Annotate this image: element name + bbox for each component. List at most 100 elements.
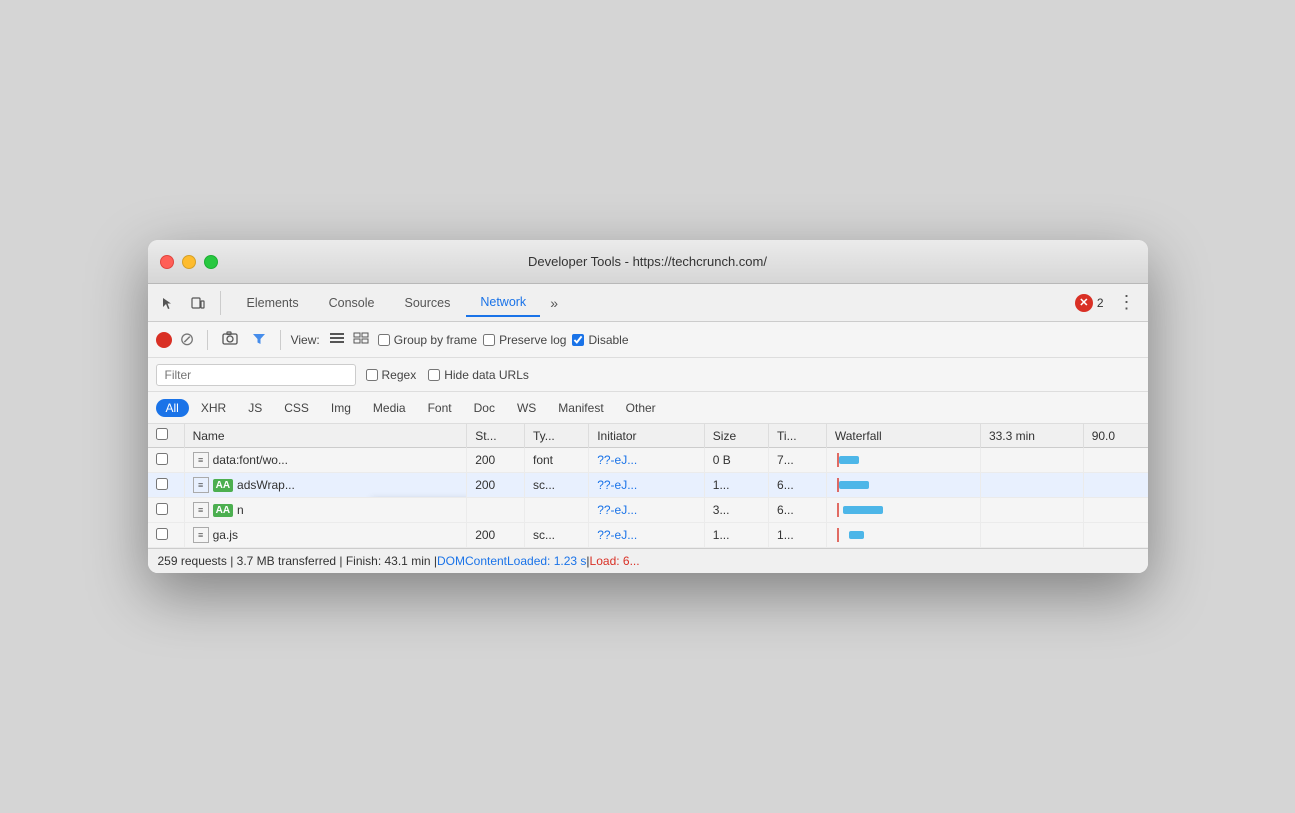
disable-cache-option: Disable bbox=[572, 333, 628, 347]
row-checkbox[interactable] bbox=[156, 528, 168, 540]
type-filter-img[interactable]: Img bbox=[321, 399, 361, 417]
type-filter-all[interactable]: All bbox=[156, 399, 189, 417]
row-time: 7... bbox=[769, 448, 827, 473]
row-time: 6... bbox=[769, 473, 827, 498]
row-time2 bbox=[980, 448, 1083, 473]
view-icons bbox=[326, 330, 372, 349]
error-count: 2 bbox=[1097, 296, 1104, 310]
camera-icon[interactable] bbox=[218, 329, 242, 350]
hide-data-urls-label: Hide data URLs bbox=[444, 368, 529, 382]
preserve-log-checkbox[interactable] bbox=[483, 334, 495, 346]
type-filter-font[interactable]: Font bbox=[418, 399, 462, 417]
header-initiator[interactable]: Initiator bbox=[589, 424, 705, 448]
row-waterfall bbox=[826, 473, 980, 498]
file-icon: ≡ bbox=[193, 502, 209, 518]
row-time3 bbox=[1083, 523, 1147, 548]
cursor-icon[interactable] bbox=[156, 291, 180, 315]
filter-input[interactable] bbox=[156, 364, 356, 386]
status-main: 259 requests | 3.7 MB transferred | Fini… bbox=[158, 554, 437, 568]
row-status: 200 bbox=[467, 448, 525, 473]
maximize-button[interactable] bbox=[204, 255, 218, 269]
preserve-log-label: Preserve log bbox=[499, 333, 566, 347]
devtools-panel: Elements Console Sources Network » ✕ 2 ⋮… bbox=[148, 284, 1148, 573]
type-filter-doc[interactable]: Doc bbox=[464, 399, 505, 417]
tab-sources[interactable]: Sources bbox=[390, 290, 464, 316]
row-time2 bbox=[980, 498, 1083, 523]
select-all-checkbox[interactable] bbox=[156, 428, 168, 440]
aa-badge: AA bbox=[213, 479, 233, 492]
tooltip: AOL Advertising.com bbox=[370, 497, 467, 498]
type-filter-other[interactable]: Other bbox=[616, 399, 666, 417]
row-type: sc... bbox=[524, 473, 588, 498]
minimize-button[interactable] bbox=[182, 255, 196, 269]
tab-console[interactable]: Console bbox=[315, 290, 389, 316]
group-by-frame-checkbox[interactable] bbox=[378, 334, 390, 346]
error-x-icon: ✕ bbox=[1075, 294, 1093, 312]
tab-network[interactable]: Network bbox=[466, 289, 540, 317]
filter-icon[interactable] bbox=[248, 330, 270, 350]
row-checkbox[interactable] bbox=[156, 478, 168, 490]
error-badge: ✕ 2 bbox=[1075, 294, 1104, 312]
disable-cache-label: Disable bbox=[588, 333, 628, 347]
table-row[interactable]: ≡ AA adsWrap... AOL Advertising.com 200 … bbox=[148, 473, 1148, 498]
devtools-window: Developer Tools - https://techcrunch.com… bbox=[148, 240, 1148, 573]
status-bar: 259 requests | 3.7 MB transferred | Fini… bbox=[148, 548, 1148, 573]
row-initiator: ??-eJ... bbox=[589, 473, 705, 498]
table-row[interactable]: ≡ AA n ??-eJ... 3... 6... bbox=[148, 498, 1148, 523]
file-icon: ≡ bbox=[193, 452, 209, 468]
disable-cache-checkbox[interactable] bbox=[572, 334, 584, 346]
devtools-menu-button[interactable]: ⋮ bbox=[1114, 292, 1140, 313]
network-table: Name St... Ty... Initiator Size Ti... Wa… bbox=[148, 424, 1148, 548]
header-time2[interactable]: 33.3 min bbox=[980, 424, 1083, 448]
type-filter-manifest[interactable]: Manifest bbox=[548, 399, 613, 417]
row-time3 bbox=[1083, 473, 1147, 498]
group-by-frame-label: Group by frame bbox=[394, 333, 477, 347]
type-filter-ws[interactable]: WS bbox=[507, 399, 546, 417]
status-domcontent: DOMContentLoaded: 1.23 s bbox=[437, 554, 586, 568]
row-size: 3... bbox=[704, 498, 768, 523]
type-filter-js[interactable]: JS bbox=[238, 399, 272, 417]
row-time2 bbox=[980, 523, 1083, 548]
close-button[interactable] bbox=[160, 255, 174, 269]
header-name[interactable]: Name bbox=[184, 424, 467, 448]
device-icon[interactable] bbox=[186, 291, 210, 315]
tab-more[interactable]: » bbox=[542, 291, 566, 315]
network-table-wrapper[interactable]: Name St... Ty... Initiator Size Ti... Wa… bbox=[148, 424, 1148, 548]
header-type[interactable]: Ty... bbox=[524, 424, 588, 448]
row-time3 bbox=[1083, 448, 1147, 473]
titlebar: Developer Tools - https://techcrunch.com… bbox=[148, 240, 1148, 284]
regex-label: Regex bbox=[382, 368, 417, 382]
preserve-log-option: Preserve log bbox=[483, 333, 566, 347]
type-filter-media[interactable]: Media bbox=[363, 399, 416, 417]
row-type: sc... bbox=[524, 523, 588, 548]
table-row[interactable]: ≡ ga.js 200 sc... ??-eJ... 1... 1... bbox=[148, 523, 1148, 548]
record-button[interactable] bbox=[156, 332, 172, 348]
view-grid-icon[interactable] bbox=[350, 330, 372, 349]
header-time[interactable]: Ti... bbox=[769, 424, 827, 448]
type-filter-css[interactable]: CSS bbox=[274, 399, 319, 417]
row-time: 6... bbox=[769, 498, 827, 523]
row-type: font bbox=[524, 448, 588, 473]
table-row[interactable]: ≡ data:font/wo... 200 font ??-eJ... 0 B … bbox=[148, 448, 1148, 473]
row-type bbox=[524, 498, 588, 523]
regex-checkbox[interactable] bbox=[366, 369, 378, 381]
type-filter-xhr[interactable]: XHR bbox=[191, 399, 236, 417]
network-toolbar: ⊘ View: bbox=[148, 322, 1148, 358]
traffic-lights bbox=[160, 255, 218, 269]
row-status: 200 bbox=[467, 523, 525, 548]
row-initiator: ??-eJ... bbox=[589, 523, 705, 548]
tab-elements[interactable]: Elements bbox=[233, 290, 313, 316]
header-status[interactable]: St... bbox=[467, 424, 525, 448]
header-waterfall[interactable]: Waterfall bbox=[826, 424, 980, 448]
view-list-icon[interactable] bbox=[326, 330, 348, 349]
hide-data-urls-checkbox[interactable] bbox=[428, 369, 440, 381]
aa-badge: AA bbox=[213, 504, 233, 517]
header-time3[interactable]: 90.0 bbox=[1083, 424, 1147, 448]
row-size: 0 B bbox=[704, 448, 768, 473]
row-checkbox[interactable] bbox=[156, 503, 168, 515]
clear-button[interactable]: ⊘ bbox=[180, 329, 195, 350]
row-checkbox[interactable] bbox=[156, 453, 168, 465]
row-status: 200 bbox=[467, 473, 525, 498]
header-size[interactable]: Size bbox=[704, 424, 768, 448]
view-label: View: bbox=[291, 333, 320, 347]
